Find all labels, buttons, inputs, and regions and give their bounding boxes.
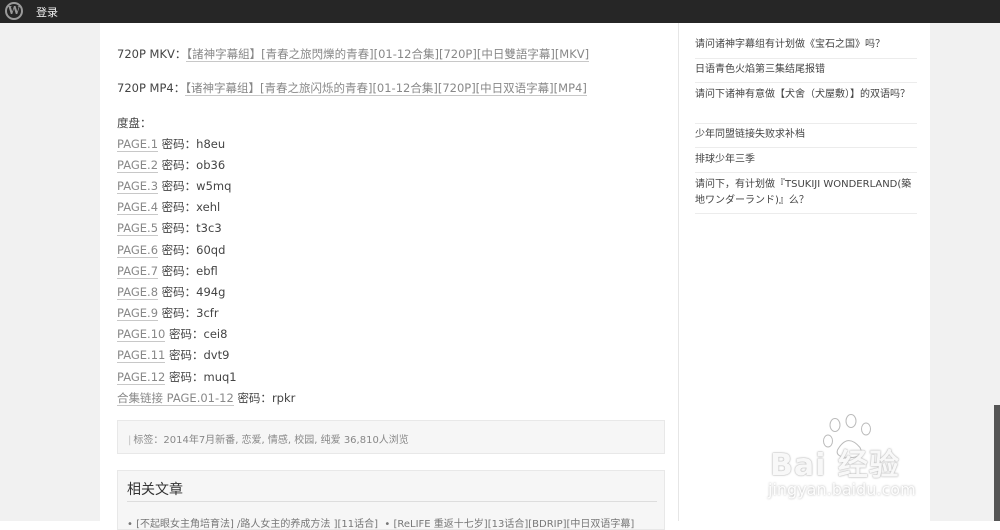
page-row: PAGE.2 密码：ob36 xyxy=(117,157,225,173)
password-label: 密码： xyxy=(237,391,272,405)
password-code: cei8 xyxy=(203,327,228,341)
sidebar-item[interactable]: 请问下，有计划做『TSUKIJI WONDERLAND(築地ワンダーランド)』么… xyxy=(695,177,917,209)
page-row: PAGE.3 密码：w5mq xyxy=(117,178,231,194)
password-code: w5mq xyxy=(196,179,232,193)
tag-label: 标签： xyxy=(133,435,164,446)
password-label: 密码： xyxy=(161,243,197,257)
password-label: 密码： xyxy=(161,306,197,320)
page-row: PAGE.5 密码：t3c3 xyxy=(117,220,222,236)
related-list: • [不起眼女主角培育法] /路人女主的养成方法 ][11话合] • [ReLI… xyxy=(127,519,635,530)
page-link[interactable]: PAGE.8 xyxy=(117,285,159,300)
page-link[interactable]: PAGE.6 xyxy=(117,243,159,258)
mp4-line: 720P MP4：【诸神字幕组】[青春之旅闪烁的青春][01-12合集][720… xyxy=(117,80,587,96)
tag-link[interactable]: 2014年7月新番 xyxy=(163,435,235,446)
page-link[interactable]: PAGE.1 xyxy=(117,137,159,152)
password-code: muq1 xyxy=(203,370,237,384)
password-code: 60qd xyxy=(196,243,226,257)
tag-line: | 标签：2014年7月新番, 恋爱, 情感, 校园, 纯爱 36,810人浏览 xyxy=(128,435,409,446)
password-label: 密码： xyxy=(161,179,197,193)
sidebar-item[interactable]: 请问诸神字幕组有计划做《宝石之国》吗？ xyxy=(695,37,917,53)
password-code: t3c3 xyxy=(196,221,222,235)
collection-row: 合集链接 PAGE.01-12 密码：rpkr xyxy=(117,390,295,406)
password-code: ebfl xyxy=(196,264,218,278)
baidu-pan-label: 度盘： xyxy=(117,116,152,130)
sidebar-divider xyxy=(695,58,917,59)
password-label: 密码： xyxy=(161,158,197,172)
mkv-line: 720P MKV：【諸神字幕組】[青春之旅閃爍的青春][01-12合集][720… xyxy=(117,46,590,62)
mp4-label: 720P MP4： xyxy=(117,81,186,95)
password-code: ob36 xyxy=(196,158,226,172)
page-background-left xyxy=(0,23,100,521)
watermark-url: jingyan.baidu.com xyxy=(768,480,916,499)
password-code: xehl xyxy=(196,200,221,214)
view-count: 36,810人浏览 xyxy=(343,435,409,446)
admin-bar: W 登录 xyxy=(0,0,1000,23)
scrollbar[interactable] xyxy=(994,405,1000,521)
sidebar-item[interactable]: 请问下诸神有意做【犬舍（犬屋敷）】的双语吗？ xyxy=(695,87,917,103)
sidebar-divider xyxy=(695,172,917,173)
password-code: h8eu xyxy=(196,137,226,151)
page-row: PAGE.6 密码：60qd xyxy=(117,242,225,258)
password-label: 密码： xyxy=(169,370,204,384)
page-row: PAGE.1 密码：h8eu xyxy=(117,136,225,152)
related-divider xyxy=(127,501,657,502)
tag-link[interactable]: 情感 xyxy=(268,435,288,446)
password-code: rpkr xyxy=(271,391,296,405)
sidebar-divider xyxy=(695,147,917,148)
password-code: 494g xyxy=(196,285,226,299)
page-link[interactable]: PAGE.11 xyxy=(117,348,166,363)
tag-link[interactable]: 校园 xyxy=(294,435,314,446)
sidebar-divider xyxy=(695,123,917,124)
password-code: dvt9 xyxy=(203,348,230,362)
collection-link[interactable]: 合集链接 PAGE.01-12 xyxy=(117,391,234,406)
page-background-right xyxy=(930,23,1000,521)
page-link[interactable]: PAGE.2 xyxy=(117,158,159,173)
sidebar-item[interactable]: 少年同盟链接失败求补档 xyxy=(695,127,917,143)
password-label: 密码： xyxy=(161,200,197,214)
page-row: PAGE.8 密码：494g xyxy=(117,284,225,300)
password-label: 密码： xyxy=(161,285,197,299)
page-link[interactable]: PAGE.4 xyxy=(117,200,159,215)
page-link[interactable]: PAGE.7 xyxy=(117,264,159,279)
mp4-download-link[interactable]: 【诸神字幕组】[青春之旅闪烁的青春][01-12合集][720P][中日双语字幕… xyxy=(185,81,587,96)
tag-link[interactable]: 纯爱 xyxy=(321,435,341,446)
sidebar-item[interactable]: 排球少年三季 xyxy=(695,152,917,168)
page-row: PAGE.10 密码：cei8 xyxy=(117,326,227,342)
password-code: 3cfr xyxy=(196,306,219,320)
related-title: 相关文章 xyxy=(127,482,183,498)
tag-link[interactable]: 恋爱 xyxy=(242,435,262,446)
password-label: 密码： xyxy=(169,327,204,341)
password-label: 密码： xyxy=(161,137,197,151)
login-link[interactable]: 登录 xyxy=(36,4,58,20)
password-label: 密码： xyxy=(169,348,204,362)
page-row: PAGE.11 密码：dvt9 xyxy=(117,347,229,363)
password-label: 密码： xyxy=(161,221,197,235)
page-row: PAGE.7 密码：ebfl xyxy=(117,263,218,279)
sidebar-divider xyxy=(695,213,917,214)
related-articles: 相关文章 • [不起眼女主角培育法] /路人女主的养成方法 ][11话合] • … xyxy=(117,470,665,530)
sidebar-item[interactable]: 日语青色火焰第三集结尾报错 xyxy=(695,62,917,78)
page-link[interactable]: PAGE.5 xyxy=(117,221,159,236)
page-row: PAGE.4 密码：xehl xyxy=(117,199,220,215)
page-link[interactable]: PAGE.10 xyxy=(117,327,166,342)
page-link[interactable]: PAGE.3 xyxy=(117,179,159,194)
page-row: PAGE.9 密码：3cfr xyxy=(117,305,219,321)
watermark-brand: Bai 经验 xyxy=(770,448,900,483)
wordpress-logo-icon[interactable]: W xyxy=(5,2,23,20)
mkv-download-link[interactable]: 【諸神字幕組】[青春之旅閃爍的青春][01-12合集][720P][中日雙語字幕… xyxy=(186,47,590,62)
page-link[interactable]: PAGE.12 xyxy=(117,370,166,385)
tag-box: | 标签：2014年7月新番, 恋爱, 情感, 校园, 纯爱 36,810人浏览 xyxy=(117,420,665,454)
page-row: PAGE.12 密码：muq1 xyxy=(117,369,237,385)
page-link[interactable]: PAGE.9 xyxy=(117,306,159,321)
password-label: 密码： xyxy=(161,264,197,278)
sidebar-divider xyxy=(695,82,917,83)
mkv-label: 720P MKV： xyxy=(117,47,187,61)
